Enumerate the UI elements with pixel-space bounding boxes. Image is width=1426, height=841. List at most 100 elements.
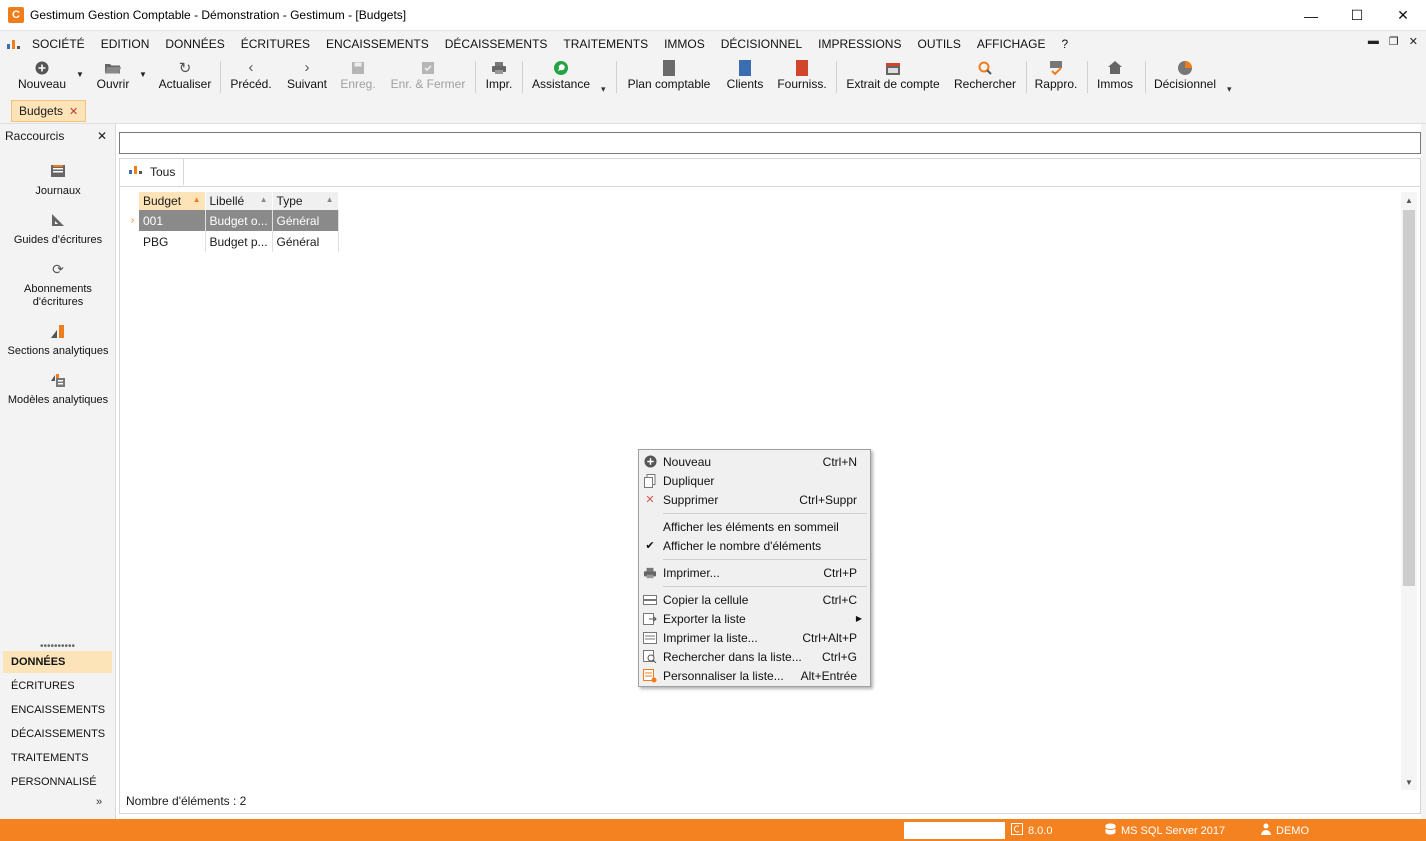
cell-libelle[interactable]: Budget p...: [205, 231, 273, 252]
menu-immos[interactable]: IMMOS: [656, 37, 713, 51]
status-server: MS SQL Server 2017: [1105, 823, 1225, 838]
account-statement-button[interactable]: Extrait de compte: [844, 58, 942, 96]
toolbar-separator: [616, 61, 617, 93]
toolbar-separator: [220, 61, 221, 93]
nav-decaissements[interactable]: DÉCAISSEMENTS: [3, 723, 112, 745]
nav-ecritures[interactable]: ÉCRITURES: [3, 675, 112, 697]
decisionnel-button[interactable]: Décisionnel: [1152, 58, 1218, 96]
new-dropdown-arrow[interactable]: ▼: [76, 70, 84, 79]
menu-impressions[interactable]: IMPRESSIONS: [810, 37, 909, 51]
mdi-restore-button[interactable]: ❐: [1389, 35, 1399, 48]
nav-encaissements[interactable]: ENCAISSEMENTS: [3, 699, 112, 721]
vertical-scrollbar[interactable]: ▲ ▼: [1401, 192, 1417, 790]
menu-item-label: Nouveau: [663, 454, 712, 469]
clients-button[interactable]: Clients: [724, 58, 766, 96]
menu-decisionnel[interactable]: DÉCISIONNEL: [713, 37, 810, 51]
menu-item-imprimer[interactable]: Imprimer... Ctrl+P: [639, 563, 870, 582]
nav-traitements[interactable]: TRAITEMENTS: [3, 747, 112, 769]
plus-circle-icon: [35, 58, 49, 77]
menu-item-rechercher-liste[interactable]: Rechercher dans la liste... Ctrl+G: [639, 647, 870, 666]
previous-button[interactable]: ‹ Précéd.: [228, 58, 274, 96]
shortcut-guides-label: Guides d'écritures: [13, 234, 103, 246]
save-close-label: Enr. & Fermer: [390, 77, 466, 91]
shortcut-modeles[interactable]: Modèles analytiques: [0, 371, 116, 407]
next-button[interactable]: › Suivant: [284, 58, 330, 96]
menu-item-imprimer-liste[interactable]: Imprimer la liste... Ctrl+Alt+P: [639, 628, 870, 647]
toolbar-overflow-arrow[interactable]: ▾: [1227, 84, 1232, 95]
mdi-minimize-button[interactable]: ▬: [1368, 35, 1379, 48]
immos-button[interactable]: Immos: [1094, 58, 1136, 96]
shortcut-guides[interactable]: Guides d'écritures: [0, 211, 116, 247]
menu-item-copier-cellule[interactable]: Copier la cellule Ctrl+C: [639, 590, 870, 609]
mdi-close-button[interactable]: ✕: [1409, 35, 1418, 48]
menu-encaissements[interactable]: ENCAISSEMENTS: [318, 37, 437, 51]
close-tab-icon[interactable]: ✕: [69, 105, 78, 118]
refresh-button[interactable]: ↻ Actualiser: [156, 58, 214, 96]
menu-donnees[interactable]: DONNÉES: [157, 37, 232, 51]
column-header-libelle[interactable]: Libellé ▲: [205, 192, 273, 210]
decisionnel-label: Décisionnel: [1153, 77, 1217, 91]
floppy-icon: [351, 58, 365, 77]
table-row[interactable]: › 001 Budget o... Général: [126, 210, 339, 231]
column-header-type[interactable]: Type ▲: [272, 192, 339, 210]
shortcut-journaux[interactable]: Journaux: [0, 162, 116, 198]
search-button[interactable]: Rechercher: [952, 58, 1018, 96]
menu-outils[interactable]: OUTILS: [909, 37, 968, 51]
menu-affichage[interactable]: AFFICHAGE: [969, 37, 1054, 51]
shortcut-sections[interactable]: Sections analytiques: [0, 322, 116, 358]
scroll-down-icon[interactable]: ▼: [1401, 774, 1417, 790]
suppliers-button[interactable]: Fourniss.: [777, 58, 827, 96]
filter-input[interactable]: [119, 132, 1421, 154]
minimize-button[interactable]: —: [1288, 0, 1334, 31]
reconciliation-button[interactable]: Rappro.: [1033, 58, 1079, 96]
save-close-button[interactable]: Enr. & Fermer: [388, 58, 468, 96]
menu-societe[interactable]: SOCIÉTÉ: [24, 37, 93, 51]
menu-edition[interactable]: EDITION: [93, 37, 158, 51]
house-icon: [1107, 58, 1123, 77]
column-header-budget[interactable]: Budget ▲: [139, 192, 206, 210]
chart-of-accounts-button[interactable]: Plan comptable: [625, 58, 713, 96]
print-list-icon: [643, 631, 657, 645]
open-dropdown-arrow[interactable]: ▼: [139, 70, 147, 79]
shortcuts-sidebar: Raccourcis ✕ Journaux Guides d'écritures…: [0, 124, 116, 819]
printer-icon: [643, 566, 657, 580]
menu-help[interactable]: ?: [1054, 37, 1077, 51]
new-button[interactable]: Nouveau: [14, 58, 70, 96]
chart-of-accounts-label: Plan comptable: [627, 77, 711, 91]
nav-personnalise[interactable]: PERSONNALISÉ: [3, 771, 112, 793]
scroll-thumb[interactable]: [1403, 210, 1415, 586]
scroll-up-icon[interactable]: ▲: [1401, 192, 1417, 208]
cell-libelle[interactable]: Budget o...: [205, 210, 273, 231]
open-button[interactable]: Ouvrir: [92, 58, 134, 96]
close-sidebar-icon[interactable]: ✕: [97, 129, 107, 143]
menu-decaissements[interactable]: DÉCAISSEMENTS: [437, 37, 556, 51]
cell-type[interactable]: Général: [272, 231, 339, 252]
menu-item-label: Copier la cellule: [663, 592, 749, 607]
print-button[interactable]: Impr.: [483, 58, 515, 96]
cell-budget[interactable]: PBG: [139, 231, 206, 252]
menu-item-dupliquer[interactable]: Dupliquer: [639, 471, 870, 490]
maximize-button[interactable]: ☐: [1334, 0, 1380, 31]
toolbar-overflow-arrow[interactable]: ▾: [601, 84, 606, 95]
tab-tous[interactable]: Tous: [121, 159, 185, 186]
menu-item-personnaliser[interactable]: Personnaliser la liste... Alt+Entrée: [639, 666, 870, 685]
table-row[interactable]: PBG Budget p... Général: [126, 231, 339, 252]
clients-book-icon: [739, 58, 751, 77]
menu-item-exporter[interactable]: Exporter la liste ▶: [639, 609, 870, 628]
save-button[interactable]: Enreg.: [339, 58, 377, 96]
menu-ecritures[interactable]: ÉCRITURES: [233, 37, 318, 51]
menu-item-supprimer[interactable]: ✕ Supprimer Ctrl+Suppr: [639, 490, 870, 509]
menu-item-afficher-nombre[interactable]: ✔ Afficher le nombre d'éléments: [639, 536, 870, 555]
menu-item-afficher-sommeil[interactable]: Afficher les éléments en sommeil: [639, 517, 870, 536]
tab-budgets[interactable]: Budgets ✕: [11, 100, 87, 122]
cell-budget[interactable]: 001: [139, 210, 206, 231]
assistance-button[interactable]: Assistance: [530, 58, 592, 96]
close-window-button[interactable]: ✕: [1380, 0, 1426, 31]
cell-type[interactable]: Général: [272, 210, 339, 231]
right-edge-strip: [1421, 124, 1426, 819]
menu-item-nouveau[interactable]: Nouveau Ctrl+N: [639, 452, 870, 471]
shortcut-abonnements[interactable]: ⟳ Abonnements d'écritures: [0, 260, 116, 309]
menu-traitements[interactable]: TRAITEMENTS: [555, 37, 656, 51]
sidebar-more-icon[interactable]: »: [96, 796, 102, 808]
nav-donnees[interactable]: DONNÉES: [3, 651, 112, 673]
